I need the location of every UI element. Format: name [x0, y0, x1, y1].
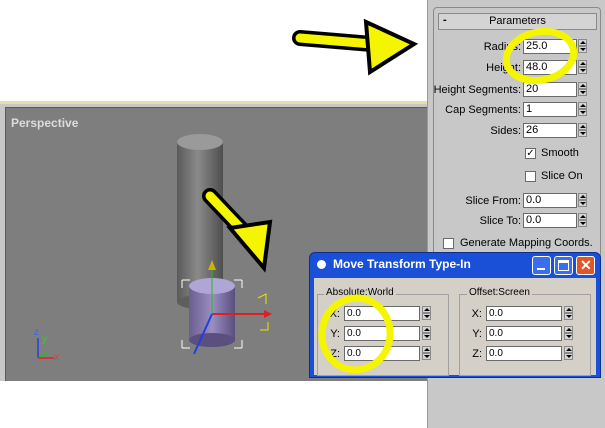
highlight-overlay: [318, 27, 578, 374]
highlight-radius-height: [502, 27, 578, 85]
highlight-absolute-world: [318, 294, 394, 374]
